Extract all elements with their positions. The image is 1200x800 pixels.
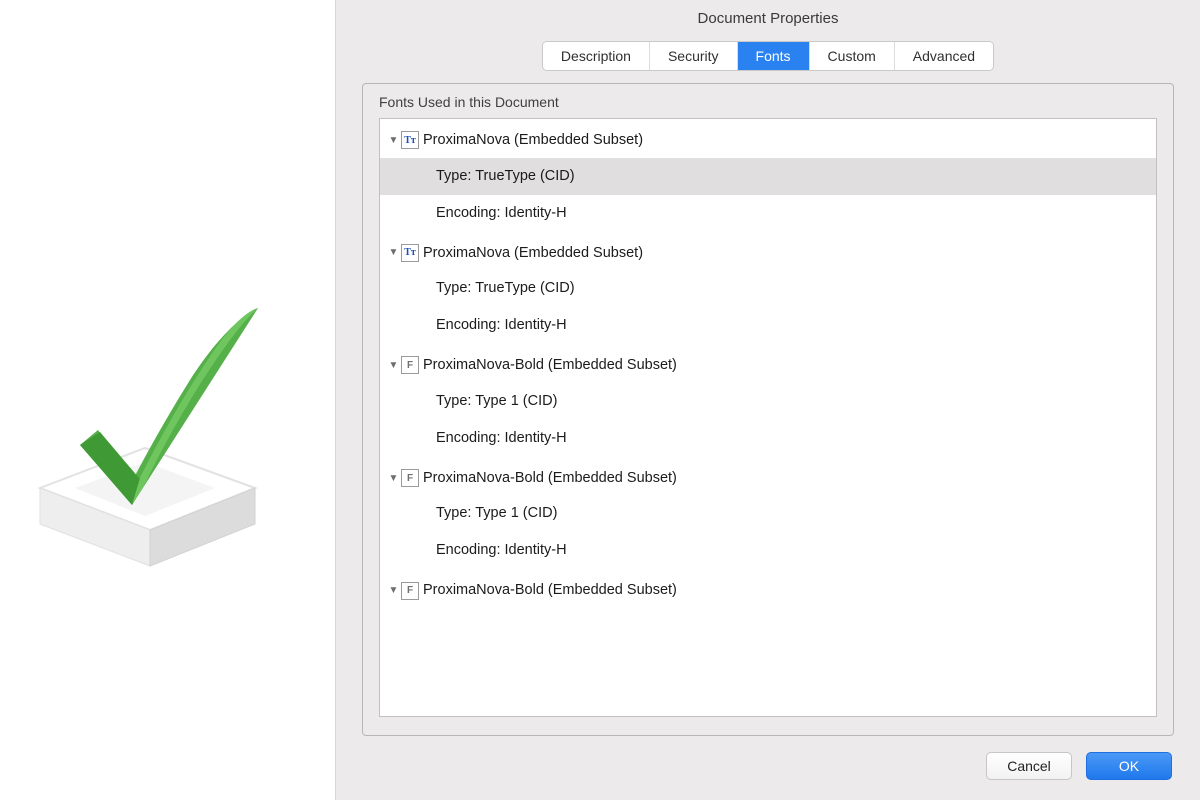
font-name-label: ProximaNova-Bold (Embedded Subset): [423, 356, 677, 375]
fonts-panel: Fonts Used in this Document ▼TᴛProximaNo…: [362, 83, 1174, 736]
font-row[interactable]: ▼FProximaNova-Bold (Embedded Subset): [380, 354, 1156, 383]
disclosure-triangle-icon[interactable]: ▼: [388, 473, 399, 484]
tab-custom[interactable]: Custom: [810, 42, 895, 70]
type1-font-icon: F: [401, 469, 419, 487]
tab-security[interactable]: Security: [650, 42, 738, 70]
font-entry[interactable]: ▼FProximaNova-Bold (Embedded Subset)Type…: [380, 344, 1156, 457]
tab-bar: Description Security Fonts Custom Advanc…: [336, 41, 1200, 83]
disclosure-triangle-icon[interactable]: ▼: [388, 247, 399, 258]
type1-font-icon: F: [401, 582, 419, 600]
font-name-label: ProximaNova (Embedded Subset): [423, 131, 643, 150]
disclosure-triangle-icon[interactable]: ▼: [388, 135, 399, 146]
cancel-button[interactable]: Cancel: [986, 752, 1072, 780]
font-encoding-row[interactable]: Encoding: Identity-H: [380, 532, 1156, 569]
font-type-row[interactable]: Type: Type 1 (CID): [380, 383, 1156, 420]
font-name-label: ProximaNova-Bold (Embedded Subset): [423, 581, 677, 600]
font-type-row[interactable]: Type: TrueType (CID): [380, 158, 1156, 195]
font-name-label: ProximaNova-Bold (Embedded Subset): [423, 469, 677, 488]
tab-advanced[interactable]: Advanced: [895, 42, 993, 70]
font-row[interactable]: ▼FProximaNova-Bold (Embedded Subset): [380, 467, 1156, 496]
dialog-title: Document Properties: [336, 0, 1200, 41]
tab-fonts[interactable]: Fonts: [738, 42, 810, 70]
tab-group: Description Security Fonts Custom Advanc…: [542, 41, 994, 71]
font-name-label: ProximaNova (Embedded Subset): [423, 244, 643, 263]
font-entry[interactable]: ▼FProximaNova-Bold (Embedded Subset): [380, 569, 1156, 608]
font-entry[interactable]: ▼TᴛProximaNova (Embedded Subset)Type: Tr…: [380, 232, 1156, 345]
checkmark-illustration: [20, 280, 290, 580]
fonts-panel-label: Fonts Used in this Document: [363, 94, 1173, 118]
font-type-row[interactable]: Type: Type 1 (CID): [380, 495, 1156, 532]
left-illustration-panel: [0, 0, 335, 800]
font-entry[interactable]: ▼FProximaNova-Bold (Embedded Subset)Type…: [380, 457, 1156, 570]
truetype-font-icon: Tᴛ: [401, 131, 419, 149]
font-encoding-row[interactable]: Encoding: Identity-H: [380, 420, 1156, 457]
font-entry[interactable]: ▼TᴛProximaNova (Embedded Subset)Type: Tr…: [380, 119, 1156, 232]
truetype-font-icon: Tᴛ: [401, 244, 419, 262]
font-row[interactable]: ▼TᴛProximaNova (Embedded Subset): [380, 129, 1156, 158]
font-list[interactable]: ▼TᴛProximaNova (Embedded Subset)Type: Tr…: [379, 118, 1157, 717]
font-encoding-row[interactable]: Encoding: Identity-H: [380, 307, 1156, 344]
font-row[interactable]: ▼FProximaNova-Bold (Embedded Subset): [380, 579, 1156, 608]
font-row[interactable]: ▼TᴛProximaNova (Embedded Subset): [380, 242, 1156, 271]
type1-font-icon: F: [401, 356, 419, 374]
document-properties-dialog: Document Properties Description Security…: [335, 0, 1200, 800]
font-type-row[interactable]: Type: TrueType (CID): [380, 270, 1156, 307]
disclosure-triangle-icon[interactable]: ▼: [388, 585, 399, 596]
disclosure-triangle-icon[interactable]: ▼: [388, 360, 399, 371]
tab-description[interactable]: Description: [543, 42, 650, 70]
ok-button[interactable]: OK: [1086, 752, 1172, 780]
dialog-button-row: Cancel OK: [336, 736, 1200, 800]
font-encoding-row[interactable]: Encoding: Identity-H: [380, 195, 1156, 232]
